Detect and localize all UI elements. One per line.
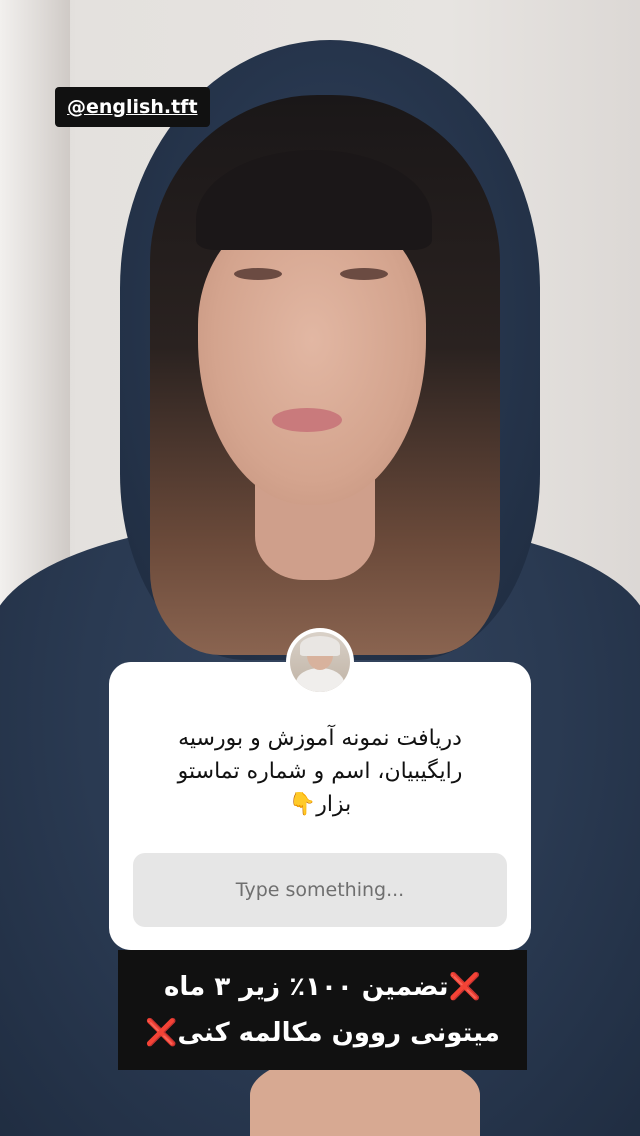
question-line-3: بزار👇: [288, 792, 352, 817]
caption-box: ❌تضمین ۱۰۰٪ زیر ۳ ماه میتونی روون مکالمه…: [118, 950, 527, 1070]
answer-input[interactable]: [133, 878, 507, 902]
answer-field[interactable]: [133, 853, 507, 927]
caption-line-1: ❌تضمین ۱۰۰٪ زیر ۳ ماه: [118, 964, 527, 1010]
mention-sticker[interactable]: @english.tft: [55, 87, 210, 127]
question-line-1: دریافت نمونه آموزش و بورسیه: [178, 726, 462, 751]
caption-line-2-text: میتونی روون مکالمه کنی: [177, 1018, 500, 1048]
caption-line-1-text: تضمین ۱۰۰٪ زیر ۳ ماه: [164, 972, 449, 1002]
cross-mark-icon: ❌: [448, 972, 481, 1002]
question-text: دریافت نمونه آموزش و بورسیه رایگیبیان، ا…: [109, 722, 531, 821]
caption-line-2: میتونی روون مکالمه کنی❌: [118, 1010, 527, 1056]
question-line-2: رایگیبیان، اسم و شماره تماستو: [177, 759, 463, 784]
cross-mark-icon: ❌: [145, 1018, 178, 1048]
mention-handle: @english.tft: [67, 96, 198, 118]
question-sticker[interactable]: دریافت نمونه آموزش و بورسیه رایگیبیان، ا…: [109, 662, 531, 950]
avatar: [286, 628, 354, 696]
